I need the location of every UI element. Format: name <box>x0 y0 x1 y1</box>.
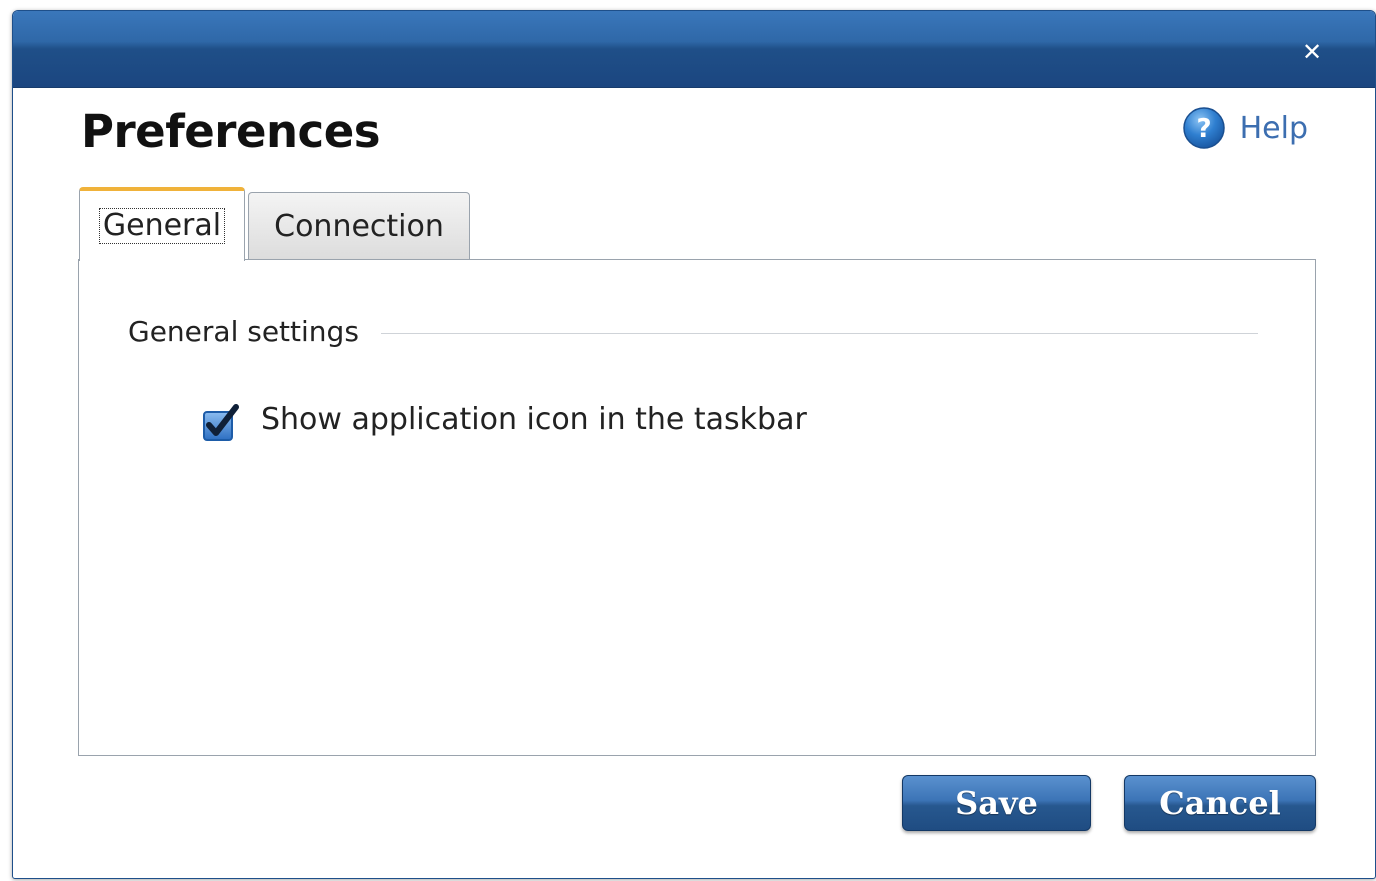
dialog-titlebar[interactable]: ✕ <box>13 11 1375 88</box>
general-tab-panel: General settings Show application icon i… <box>78 259 1316 756</box>
close-icon[interactable]: ✕ <box>1299 39 1325 65</box>
help-link[interactable]: ? Help <box>1182 106 1308 150</box>
preferences-dialog: ✕ Preferences ? Help General Connection … <box>12 10 1376 879</box>
section-header: General settings <box>128 315 1258 348</box>
show-taskbar-icon-label: Show application icon in the taskbar <box>261 401 807 437</box>
help-question-icon: ? <box>1182 107 1225 149</box>
save-button[interactable]: Save <box>902 775 1091 831</box>
page-title: Preferences <box>81 105 381 158</box>
help-label: Help <box>1239 110 1308 146</box>
cancel-button[interactable]: Cancel <box>1124 775 1316 831</box>
tab-general-label: General <box>98 208 226 244</box>
tab-connection-label: Connection <box>274 209 444 244</box>
svg-text:?: ? <box>1196 114 1211 144</box>
show-taskbar-icon-checkbox[interactable] <box>203 404 241 442</box>
section-divider <box>380 333 1258 334</box>
section-title: General settings <box>128 315 359 348</box>
show-taskbar-icon-option[interactable]: Show application icon in the taskbar <box>203 396 807 442</box>
tab-general[interactable]: General <box>79 187 245 261</box>
tab-connection[interactable]: Connection <box>248 192 470 260</box>
